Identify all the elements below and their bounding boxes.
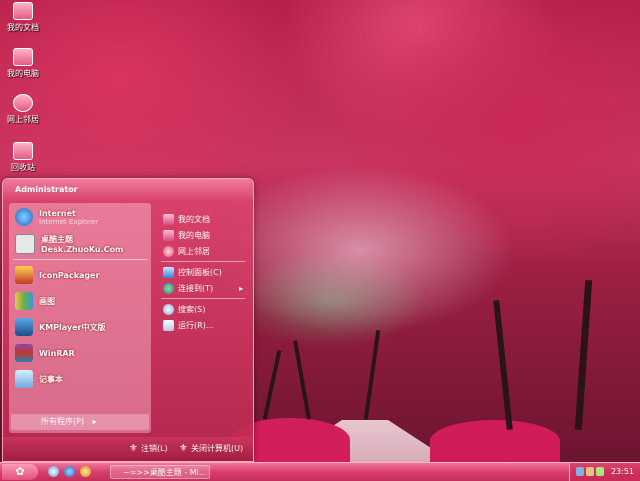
network-icon [13, 94, 33, 112]
start-menu-programs: Internet Internet Explorer 桌酷主题Desk.Zhuo… [9, 203, 151, 433]
computer-icon [13, 48, 33, 66]
shutdown-label: 关闭计算机(U) [190, 444, 244, 453]
desktop-icon-my-documents[interactable]: 我的文档 [4, 2, 42, 33]
program-title: Internet [39, 208, 76, 218]
clock: 23:51 [610, 467, 634, 476]
wallpaper-trunk [574, 279, 593, 431]
taskbar-window-label: ~=>>桌酷主题 - Mi... [123, 468, 207, 477]
all-programs-label: 所有程序(P) [41, 417, 85, 426]
desktop-icon-my-computer[interactable]: 我的电脑 [4, 48, 42, 79]
quicklaunch-media-icon[interactable] [80, 466, 91, 477]
logoff-label: 注销(L) [140, 444, 168, 453]
place-label: 连接到(T) [178, 283, 214, 293]
start-button[interactable]: ✿ [2, 464, 38, 480]
wallpaper-trunk [363, 330, 381, 420]
arrow-right-icon: ▸ [238, 283, 243, 293]
system-tray: 23:51 [569, 463, 640, 481]
notepad-icon [15, 370, 33, 388]
program-kmplayer[interactable]: KMPlayer中文版 [9, 314, 151, 340]
program-title: 画图 [39, 296, 55, 306]
program-title: WinRAR [39, 348, 75, 358]
separator [13, 259, 147, 260]
place-search[interactable]: 搜索(S) [157, 301, 249, 317]
program-title: IconPackager [39, 270, 100, 280]
logoff-button[interactable]: ⚜ 注销(L) [129, 442, 168, 456]
program-title: 桌酷主题Desk.ZhuoKu.Com [41, 235, 124, 254]
program-subtitle: Internet Explorer [39, 217, 99, 226]
recycle-bin-icon [13, 142, 33, 160]
program-title: 记事本 [39, 374, 63, 384]
folder-icon [163, 213, 174, 225]
quicklaunch-ie-icon[interactable] [64, 466, 75, 477]
separator [161, 298, 245, 299]
security-tray-icon[interactable] [596, 467, 604, 476]
place-label: 我的电脑 [178, 230, 210, 240]
program-iconpackager[interactable]: IconPackager [9, 262, 151, 288]
place-label: 搜索(S) [178, 304, 206, 314]
arrow-right-icon: ▸ [92, 417, 97, 426]
start-menu-footer: ⚜ 注销(L) ⚜ 关闭计算机(U) [3, 437, 253, 461]
place-run[interactable]: 运行(R)... [157, 317, 249, 333]
quicklaunch-desktop-icon[interactable] [48, 466, 59, 477]
shutdown-button[interactable]: ⚜ 关闭计算机(U) [179, 442, 243, 456]
start-menu-user: Administrator [3, 179, 253, 201]
start-menu: Administrator Internet Internet Explorer… [2, 178, 254, 462]
globe-icon [163, 282, 174, 294]
desktop-icon-label: 回收站 [11, 163, 35, 172]
place-label: 我的文档 [178, 214, 210, 224]
separator [161, 261, 245, 262]
taskbar: ✿ ~=>>桌酷主题 - Mi... 23:51 [0, 462, 640, 481]
winrar-icon [15, 344, 33, 362]
program-internet[interactable]: Internet Internet Explorer [9, 203, 151, 231]
computer-icon [163, 229, 174, 241]
fleur-icon: ⚜ [179, 443, 188, 454]
zhuoku-icon [15, 234, 35, 254]
desktop-icon-label: 网上邻居 [7, 115, 39, 124]
wallpaper-hedge [430, 420, 560, 462]
program-zhuoku[interactable]: 桌酷主题Desk.ZhuoKu.Com [9, 231, 151, 257]
network-tray-icon[interactable] [576, 467, 584, 476]
volume-tray-icon[interactable] [586, 467, 594, 476]
place-label: 运行(R)... [178, 320, 214, 330]
control-panel-icon [163, 266, 174, 278]
run-icon [163, 319, 174, 331]
place-control-panel[interactable]: 控制面板(C) [157, 264, 249, 280]
program-title: KMPlayer中文版 [39, 322, 106, 332]
internet-explorer-icon [15, 208, 33, 226]
wallpaper-trunk [493, 300, 513, 430]
desktop-icon-recycle-bin[interactable]: 回收站 [4, 142, 42, 173]
folder-icon [13, 2, 33, 20]
desktop-icon-label: 我的电脑 [7, 69, 39, 78]
all-programs-button[interactable]: 所有程序(P) ▸ [11, 414, 149, 430]
place-my-documents[interactable]: 我的文档 [157, 211, 249, 227]
program-paint[interactable]: 画图 [9, 288, 151, 314]
wallpaper-trunk [262, 350, 282, 420]
place-label: 控制面板(C) [178, 267, 222, 277]
iconpackager-icon [15, 266, 33, 284]
kmplayer-icon [15, 318, 33, 336]
place-network[interactable]: 网上邻居 [157, 243, 249, 259]
desktop-icon-network[interactable]: 网上邻居 [4, 94, 42, 125]
search-icon [163, 303, 174, 315]
desktop-icon-label: 我的文档 [7, 23, 39, 32]
program-notepad[interactable]: 记事本 [9, 366, 151, 392]
flower-icon: ✿ [15, 465, 25, 478]
place-my-computer[interactable]: 我的电脑 [157, 227, 249, 243]
place-connect-to[interactable]: 连接到(T) ▸ [157, 280, 249, 296]
start-menu-places: 我的文档 我的电脑 网上邻居 控制面板(C) 连接到(T) ▸ 搜索(S) 运行… [157, 203, 249, 433]
wallpaper-trunk [293, 340, 311, 420]
program-winrar[interactable]: WinRAR [9, 340, 151, 366]
place-label: 网上邻居 [178, 246, 210, 256]
network-icon [163, 245, 174, 257]
paint-icon [15, 292, 33, 310]
taskbar-window-button[interactable]: ~=>>桌酷主题 - Mi... [110, 465, 210, 479]
fleur-icon: ⚜ [129, 443, 138, 454]
